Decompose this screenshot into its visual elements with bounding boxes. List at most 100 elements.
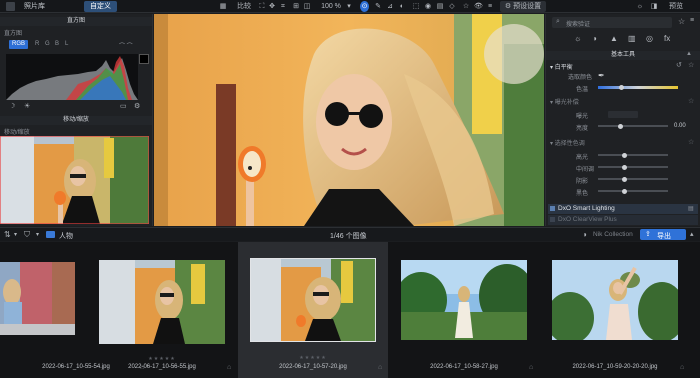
tone-knob[interactable] <box>622 164 627 170</box>
toggle-icon[interactable] <box>550 206 555 211</box>
nik-collection-button[interactable]: Nik Collection <box>593 231 633 238</box>
temperature-track[interactable] <box>598 86 678 89</box>
hand-icon[interactable]: ✥ <box>268 1 276 12</box>
star-icon[interactable]: ☆ <box>688 138 694 146</box>
menu-icon[interactable]: ≡ <box>486 1 494 12</box>
split-icon[interactable]: ◫ <box>303 1 311 12</box>
star-icon[interactable]: ☆ <box>688 97 694 105</box>
brush-icon[interactable]: ⊙ <box>360 1 369 12</box>
histogram-subheader[interactable]: 直方图 <box>4 28 22 37</box>
thumbnail[interactable] <box>0 262 75 335</box>
filmstrip-item[interactable]: 2022-06-17_10-59-20-20-20.jpg ⌂ <box>540 242 690 378</box>
navigator-subheader[interactable]: 移动/缩放 <box>4 127 30 136</box>
channel-rgb[interactable]: RGB <box>9 40 29 49</box>
folder-name[interactable]: 人物 <box>59 231 73 241</box>
horizon-icon[interactable]: ⊿ <box>386 1 394 12</box>
channel-g[interactable]: G <box>45 41 50 47</box>
fullscreen-icon[interactable]: ⛶ <box>258 1 266 12</box>
light-category-icon[interactable]: ☼ <box>574 34 581 43</box>
tone-track[interactable] <box>598 190 668 192</box>
highlight-clip-icon[interactable]: ☀ <box>24 102 30 110</box>
clip-indicator-icon[interactable]: ⌒ ⌒ <box>119 41 133 50</box>
local-category-icon[interactable]: ◎ <box>646 34 653 43</box>
tone-track[interactable] <box>598 154 668 156</box>
channel-r[interactable]: R <box>35 41 39 47</box>
shadow-clip-icon[interactable]: ☽ <box>9 102 15 110</box>
grad-icon[interactable]: ▤ <box>436 1 444 12</box>
black-swatch[interactable] <box>139 54 149 64</box>
histogram-header[interactable]: 直方图 <box>0 17 152 26</box>
thumbnail[interactable] <box>250 258 376 342</box>
geometry-category-icon[interactable]: ▥ <box>628 34 636 43</box>
smart-lighting-row[interactable]: DxO Smart Lighting ▤ <box>548 204 698 214</box>
thumbnail[interactable] <box>552 260 678 340</box>
chevron-down-icon[interactable]: ▾ <box>14 231 17 238</box>
pipette-icon[interactable]: ✒ <box>598 71 605 80</box>
rating-stars[interactable]: ★★★★★ <box>243 355 383 361</box>
tone-track[interactable] <box>598 178 668 180</box>
sort-icon[interactable]: ⇅ <box>4 230 11 239</box>
exposure-header[interactable]: ▾ 曝光补偿 <box>550 97 579 106</box>
grid-icon[interactable]: ▦ <box>218 1 228 12</box>
tone-track[interactable] <box>598 166 668 168</box>
eye-icon[interactable]: 👁 <box>474 1 483 12</box>
channel-b[interactable]: B <box>55 41 59 47</box>
detail-category-icon[interactable]: ▲ <box>610 34 618 43</box>
main-image-viewer[interactable] <box>154 14 544 226</box>
local-icon[interactable]: ◇ <box>448 1 456 12</box>
light-icon[interactable]: ☼ <box>636 1 644 12</box>
tone-knob[interactable] <box>622 152 627 158</box>
thumbnail[interactable] <box>99 260 225 344</box>
navigator-thumbnail[interactable] <box>0 136 149 224</box>
toggle-icon[interactable] <box>550 217 555 222</box>
channel-l[interactable]: L <box>65 41 68 47</box>
navigator-header[interactable]: 移动/缩放 <box>0 116 152 125</box>
filmstrip-item[interactable]: 2022-06-17_10-58-27.jpg ⌂ <box>389 242 539 378</box>
tone-knob[interactable] <box>622 176 627 182</box>
filmstrip-item-selected[interactable]: ★★★★★ 2022-06-17_10-57-20.jpg ⌂ <box>238 242 388 378</box>
zoom-level[interactable]: 100 % <box>318 1 344 12</box>
star-icon[interactable]: ☆ <box>688 61 694 69</box>
collapse-icon[interactable]: ▴ <box>690 230 694 238</box>
thumbnail[interactable] <box>401 260 527 340</box>
preset-settings-button[interactable]: ⚙ 预设设置 <box>500 1 546 12</box>
star-icon[interactable]: ☆ <box>462 1 470 12</box>
compare-button[interactable]: 比较 <box>232 1 256 12</box>
tab-customize[interactable]: 自定义 <box>84 1 117 12</box>
redeye-icon[interactable]: ◉ <box>424 1 432 12</box>
crop-icon[interactable]: ⌗ <box>279 1 287 12</box>
perspective-icon[interactable]: ⬚ <box>412 1 420 12</box>
menu-icon[interactable]: ≡ <box>690 17 694 24</box>
brightness-knob[interactable] <box>618 123 623 129</box>
fx-category-icon[interactable]: fx <box>664 34 670 43</box>
monitor-icon[interactable]: ▭ <box>120 102 127 110</box>
mask-icon[interactable]: ◐ <box>398 1 406 12</box>
fit-icon[interactable]: ⊞ <box>292 1 300 12</box>
basic-tools-header[interactable]: 基本工具 <box>546 51 700 60</box>
clearview-row[interactable]: DxO ClearView Plus <box>548 215 698 225</box>
preview-button[interactable]: 预览 <box>664 1 688 12</box>
brightness-value[interactable]: 0.00 <box>674 123 686 129</box>
search-box[interactable]: ⌕ 搜索验证 <box>552 17 672 28</box>
exposure-dropdown[interactable] <box>608 111 638 118</box>
export-button[interactable]: ⇪ 导出 <box>640 229 686 240</box>
star-icon[interactable]: ☆ <box>678 17 685 26</box>
white-balance-header[interactable]: ▾ 白平衡 <box>550 62 573 71</box>
chevron-down-icon[interactable]: ▾ <box>36 231 39 238</box>
chevron-down-icon[interactable]: ▾ <box>346 1 352 12</box>
collapse-icon[interactable]: ▲ <box>686 51 692 57</box>
menu-icon[interactable]: ▤ <box>688 205 694 212</box>
tab-photo-library[interactable]: 照片库 <box>18 1 51 12</box>
filmstrip-item[interactable]: 2022-06-17_10-55-54.jpg ⌂ <box>0 242 144 378</box>
reset-icon[interactable]: ↺ <box>676 61 682 69</box>
filmstrip-item[interactable]: ★★★★★ 2022-06-17_10-56-55.jpg ⌂ <box>87 242 237 378</box>
compare-icon[interactable]: ◨ <box>650 1 658 12</box>
temperature-knob[interactable] <box>619 84 624 90</box>
brightness-track[interactable] <box>598 125 668 127</box>
rating-stars[interactable]: ★★★★★ <box>92 356 232 362</box>
filter-icon[interactable]: ⛉ <box>24 230 30 240</box>
repair-icon[interactable]: ✎ <box>374 1 382 12</box>
tone-header[interactable]: ▾ 选择性色调 <box>550 138 585 147</box>
tone-knob[interactable] <box>622 188 627 194</box>
settings-icon[interactable]: ⚙ <box>134 102 140 110</box>
